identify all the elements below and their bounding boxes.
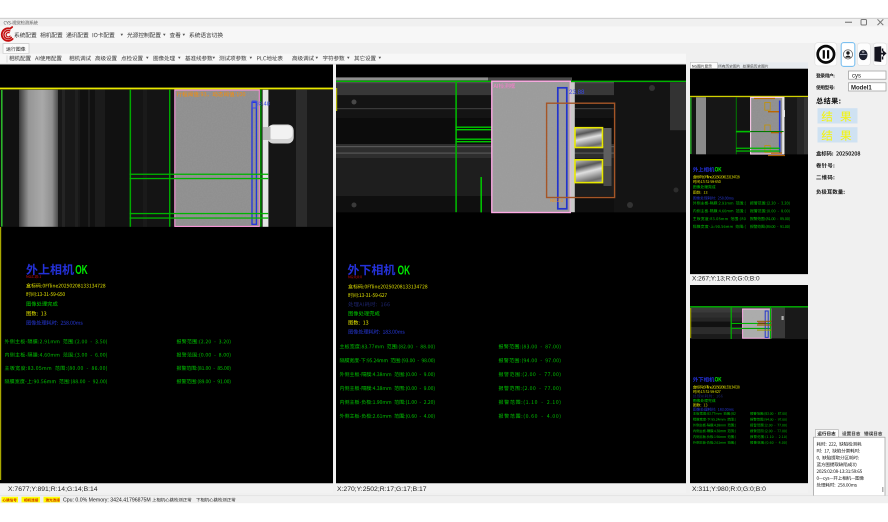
svg-text:X:270;Y:2502;R:17;G:17;B:17: X:270;Y:2502;R:17;G:17;B:17 (337, 486, 427, 493)
svg-text:OK: OK (398, 263, 411, 278)
svg-text:OK: OK (715, 377, 722, 384)
svg-text:X:7677;Y:891;R:14;G:14;B:14: X:7677;Y:891;R:14;G:14;B:14 (8, 486, 98, 493)
svg-text:23.88: 23.88 (569, 89, 585, 96)
svg-text:OK: OK (75, 262, 88, 277)
svg-text:Cpu: 0.0% Memory: 3424.4179687: Cpu: 0.0% Memory: 3424.41796875M (63, 498, 151, 504)
svg-text:93.48: 93.48 (256, 102, 271, 108)
svg-text:X:311;Y:980;R:0;G:0;B:0: X:311;Y:980;R:0;G:0;B:0 (692, 486, 766, 493)
svg-text:Model1: Model1 (851, 85, 872, 91)
svg-text:OK: OK (715, 167, 722, 174)
svg-text:cys: cys (852, 74, 861, 80)
svg-text:X:267;Y:13;R:0;G:0;B:0: X:267;Y:13;R:0;G:0;B:0 (692, 276, 760, 283)
